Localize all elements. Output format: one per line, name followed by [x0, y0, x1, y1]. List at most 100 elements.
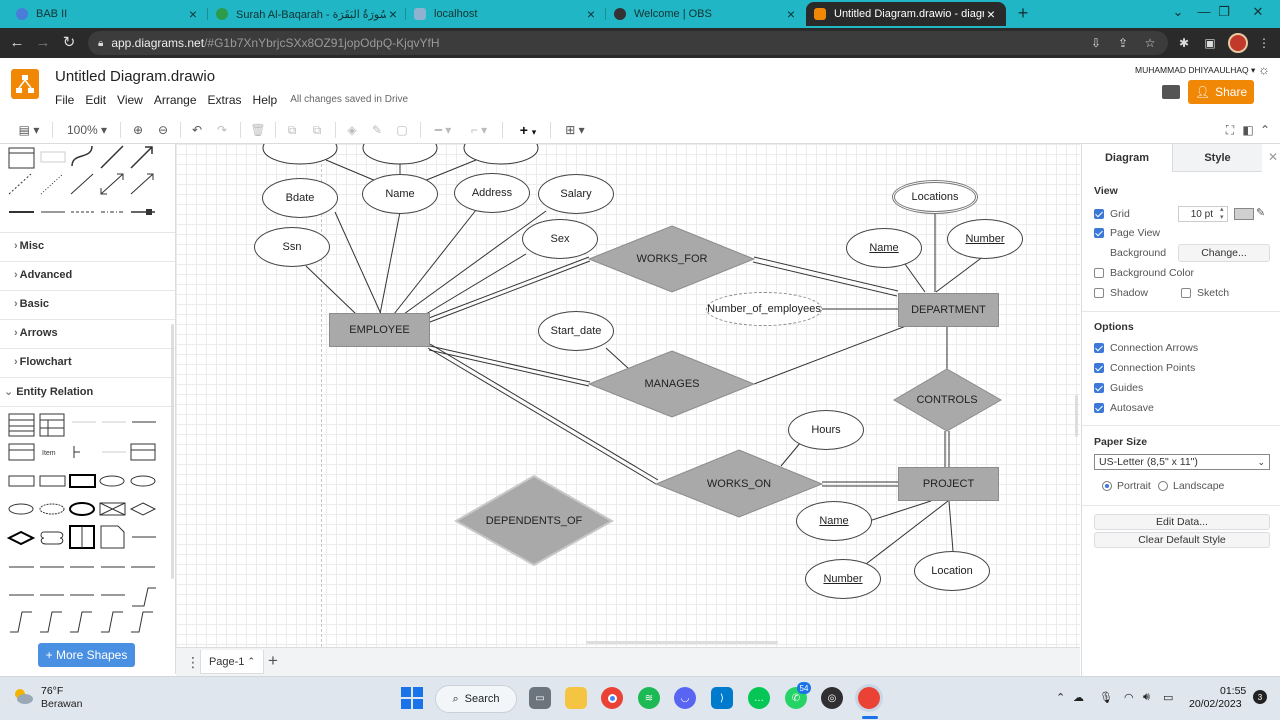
sidebar-section-advanced[interactable]: › Advanced [14, 269, 72, 281]
pages-menu-icon[interactable]: ⋮ [186, 654, 200, 671]
stepper-icon[interactable]: ▴ ▾ [1220, 206, 1224, 222]
user-name[interactable]: MUHAMMAD DHIYAAULHAQ ▾ [1135, 65, 1255, 76]
menu-view[interactable]: View [117, 93, 143, 107]
more-menu-icon[interactable]: ⋮ [1256, 35, 1272, 51]
close-icon[interactable]: × [984, 6, 998, 22]
task-view-icon[interactable]: ▭ [529, 687, 551, 709]
zoom-select[interactable]: 100% ▾ [62, 122, 112, 138]
weather-description[interactable]: Berawan [41, 698, 82, 710]
windows-start-icon[interactable] [401, 687, 423, 709]
grid-checkbox[interactable]: Grid [1094, 208, 1130, 220]
attribute-locations[interactable]: Locations [892, 180, 978, 214]
attribute-start-date[interactable]: Start_date [538, 311, 614, 351]
zoom-out-icon[interactable]: ⊖ [155, 122, 171, 138]
sidebar-section-misc[interactable]: › Misc [14, 240, 44, 252]
close-icon[interactable]: × [784, 6, 798, 22]
clock-time[interactable]: 01:55 [1220, 685, 1246, 697]
edit-color-icon[interactable]: ✎ [1256, 206, 1265, 219]
chrome-profile-icon[interactable] [858, 687, 880, 709]
forward-icon[interactable]: → [34, 34, 52, 52]
more-shapes-button[interactable]: + More Shapes [38, 643, 135, 667]
entity-relation-shapes[interactable]: Item [0, 410, 176, 634]
attribute-project-number[interactable]: Number [805, 559, 881, 599]
format-panel-icon[interactable]: ▤ ▾ [14, 122, 44, 138]
connection-arrows-checkbox[interactable]: Connection Arrows [1094, 342, 1198, 354]
sidebar-scrollbar[interactable] [171, 324, 174, 579]
notification-count[interactable]: 3 [1253, 690, 1267, 704]
attribute-department-number[interactable]: Number [947, 219, 1023, 259]
waypoints-icon[interactable]: ⌐ ▾ [466, 122, 492, 138]
chevron-up-icon[interactable]: ⌃ [1056, 691, 1065, 704]
attribute-ssn[interactable]: Ssn [254, 227, 330, 267]
taskbar-search[interactable]: ⌕ Search [435, 685, 517, 713]
fullscreen-icon[interactable]: ⛶ [1222, 122, 1238, 138]
shadow-checkbox[interactable]: Shadow [1094, 287, 1148, 299]
entity-department[interactable]: DEPARTMENT [898, 293, 999, 327]
extensions-icon[interactable]: ✱ [1176, 35, 1192, 51]
background-color-checkbox[interactable]: Background Color [1094, 267, 1194, 279]
attribute-salary[interactable]: Salary [538, 174, 614, 214]
tab-diagram[interactable]: Diagram [1082, 144, 1172, 172]
close-icon[interactable]: × [186, 6, 200, 22]
back-icon[interactable]: ← [8, 34, 26, 52]
line-color-icon[interactable]: ✎ [369, 122, 385, 138]
add-page-button[interactable]: + [268, 651, 278, 671]
connection-style-icon[interactable]: ━ ▾ [430, 122, 456, 138]
edit-data-button[interactable]: Edit Data... [1094, 514, 1270, 530]
close-window-icon[interactable]: ✕ [1248, 4, 1268, 20]
chevron-down-icon[interactable]: ⌄ [1168, 4, 1188, 20]
browser-tab[interactable]: Surah Al-Baqarah - سُورَةُ البَقَرَة | × [208, 2, 408, 26]
theme-icon[interactable]: ☼ [1258, 62, 1270, 77]
autosave-checkbox[interactable]: Autosave [1094, 402, 1154, 414]
attribute-location[interactable]: Location [914, 551, 990, 591]
page-view-checkbox[interactable]: Page View [1094, 227, 1160, 239]
entity-employee[interactable]: EMPLOYEE [329, 313, 430, 347]
attribute-bdate[interactable]: Bdate [262, 178, 338, 218]
to-front-icon[interactable]: ⧉ [284, 122, 300, 138]
file-explorer-icon[interactable] [565, 687, 587, 709]
menu-arrange[interactable]: Arrange [154, 93, 197, 107]
side-panel-icon[interactable]: ▣ [1202, 35, 1218, 51]
shadow-icon[interactable]: ▢ [394, 122, 410, 138]
close-icon[interactable]: × [584, 6, 598, 22]
sketch-checkbox[interactable]: Sketch [1181, 287, 1229, 299]
tab-style[interactable]: Style [1172, 144, 1262, 172]
comments-icon[interactable] [1162, 85, 1180, 99]
maximize-icon[interactable]: ❐ [1214, 4, 1234, 20]
clear-default-style-button[interactable]: Clear Default Style [1094, 532, 1270, 548]
landscape-radio[interactable]: Landscape [1158, 480, 1224, 492]
canvas-horizontal-scrollbar[interactable] [586, 641, 778, 644]
reload-icon[interactable]: ↻ [60, 34, 78, 52]
share-page-icon[interactable]: ⇪ [1115, 35, 1131, 51]
format-toggle-icon[interactable]: ◧ [1240, 122, 1256, 138]
browser-tab[interactable]: localhost × [406, 2, 606, 26]
clock-date[interactable]: 20/02/2023 [1189, 698, 1242, 710]
vscode-icon[interactable]: ⟩ [711, 687, 733, 709]
attribute-address[interactable]: Address [454, 173, 530, 213]
collapse-icon[interactable]: ⌃ [1258, 122, 1272, 138]
canvas-vertical-scrollbar[interactable] [1075, 395, 1078, 437]
close-icon[interactable]: ✕ [1268, 150, 1278, 164]
shape-palette-top[interactable] [0, 144, 176, 224]
browser-tab[interactable]: Welcome | OBS × [606, 2, 806, 26]
browser-tab-active[interactable]: Untitled Diagram.drawio - diagra × [806, 2, 1006, 26]
paper-size-select[interactable]: US-Letter (8,5" x 11") ⌄ [1094, 454, 1270, 470]
entity-project[interactable]: PROJECT [898, 467, 999, 501]
menu-extras[interactable]: Extras [208, 93, 242, 107]
sidebar-section-arrows[interactable]: › Arrows [14, 327, 58, 339]
insert-icon[interactable]: + ▾ [513, 122, 543, 138]
redo-icon[interactable]: ↷ [214, 122, 230, 138]
grid-color-swatch[interactable] [1234, 208, 1254, 220]
cloudy-weather-icon[interactable] [12, 688, 34, 704]
url-input[interactable]: 🔒︎ app.diagrams.net/#G1b7XnYbrjcSXx8OZ91… [88, 31, 1168, 55]
spotify-icon[interactable]: ≋ [638, 687, 660, 709]
obs-icon[interactable]: ◎ [821, 687, 843, 709]
discord-icon[interactable]: ◡ [674, 687, 696, 709]
fill-color-icon[interactable]: ◈ [344, 122, 360, 138]
profile-avatar[interactable] [1228, 33, 1248, 53]
table-icon[interactable]: ⊞ ▾ [560, 122, 590, 138]
portrait-radio[interactable]: Portrait [1102, 480, 1151, 492]
change-background-button[interactable]: Change... [1178, 244, 1270, 262]
zoom-in-icon[interactable]: ⊕ [130, 122, 146, 138]
weather-temperature[interactable]: 76°F [41, 685, 63, 697]
